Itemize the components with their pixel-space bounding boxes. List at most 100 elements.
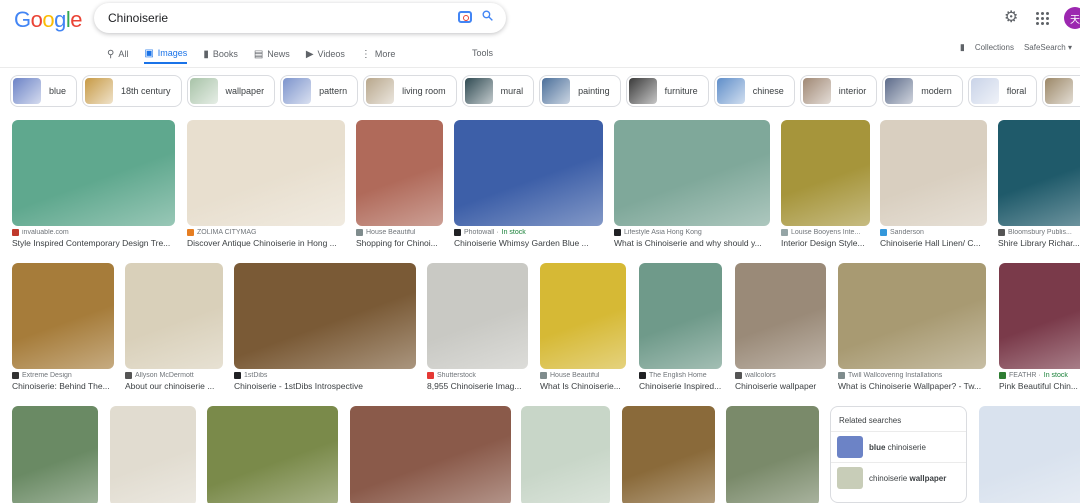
search-box[interactable]: Chinoiserie [94,3,506,33]
result-title[interactable]: Chinoiserie: Behind The... [12,381,114,391]
tab-videos[interactable]: ▶ Videos [306,44,345,64]
image-result[interactable]: Twill Wallcovering Installations What is … [838,263,986,391]
chip-18th-century[interactable]: 18th century [82,75,182,107]
image-result[interactable]: The English Home Chinoiserie Inspired... [639,263,722,391]
result-source[interactable]: wallcolors [735,372,826,379]
result-thumbnail[interactable] [639,263,722,369]
image-result[interactable]: House Beautiful Shopping for Chinoi... [356,120,443,248]
result-thumbnail[interactable] [234,263,416,369]
result-thumbnail[interactable] [999,263,1080,369]
image-result[interactable] [622,406,715,503]
result-thumbnail[interactable] [12,120,175,226]
tab-images[interactable]: ▣ Images [144,44,188,64]
result-thumbnail[interactable] [838,263,986,369]
result-thumbnail[interactable] [998,120,1080,226]
result-source[interactable]: Photowall · In stock [454,229,603,236]
chip-furniture[interactable]: furniture [625,75,709,107]
chip-wallpaper[interactable]: wallpaper [186,75,276,107]
tab-books[interactable]: ▮ Books [203,44,238,64]
image-result[interactable]: invaluable.com Style Inspired Contemporar… [12,120,175,248]
result-source[interactable]: Sanderson [880,229,987,236]
result-thumbnail[interactable] [427,263,528,369]
result-title[interactable]: Chinoiserie Hall Linen/ C... [880,238,987,248]
result-thumbnail[interactable] [781,120,870,226]
result-title[interactable]: Style Inspired Contemporary Design Tre..… [12,238,175,248]
result-thumbnail[interactable] [12,263,114,369]
chip-living-room[interactable]: living room [363,75,457,107]
camera-icon[interactable] [458,11,472,23]
result-thumbnail[interactable] [880,120,987,226]
result-title[interactable]: About our chinoiserie ... [125,381,223,391]
tools-button[interactable]: Tools [472,48,493,58]
result-title[interactable]: What is Chinoiserie Wallpaper? - Tw... [838,381,986,391]
result-source[interactable]: House Beautiful [540,372,626,379]
gear-icon[interactable]: ⚙ [1004,10,1020,26]
result-title[interactable]: Chinoiserie wallpaper [735,381,826,391]
result-thumbnail[interactable] [622,406,715,503]
result-source[interactable]: 1stDibs [234,372,416,379]
image-result[interactable]: Allyson McDermott About our chinoiserie .… [125,263,223,391]
safesearch-menu[interactable]: SafeSearch ▾ [1024,43,1072,52]
search-input[interactable]: Chinoiserie [108,11,168,25]
image-result[interactable] [726,406,819,503]
result-thumbnail[interactable] [735,263,826,369]
result-source[interactable]: invaluable.com [12,229,175,236]
result-title[interactable]: What is Chinoiserie and why should y... [614,238,770,248]
image-result[interactable] [521,406,610,503]
result-title[interactable]: Shire Library Richar... [998,238,1080,248]
result-title[interactable]: Chinoiserie Whimsy Garden Blue ... [454,238,603,248]
image-result[interactable]: 1stDibs Chinoiserie - 1stDibs Introspecti… [234,263,416,391]
result-source[interactable]: Lifestyle Asia Hong Kong [614,229,770,236]
apps-grid-icon[interactable] [1034,10,1050,26]
result-source[interactable]: The English Home [639,372,722,379]
result-thumbnail[interactable] [979,406,1080,503]
result-source[interactable]: ZOLIMA CITYMAG [187,229,345,236]
image-result[interactable]: Shutterstock 8,955 Chinoiserie Imag... [427,263,528,391]
image-result[interactable] [207,406,338,503]
result-source[interactable]: Allyson McDermott [125,372,223,379]
result-title[interactable]: What Is Chinoiserie... [540,381,626,391]
google-logo[interactable]: Google [14,7,83,33]
result-thumbnail[interactable] [454,120,603,226]
tab-news[interactable]: ▤ News [254,44,290,64]
search-icon[interactable] [481,9,494,22]
image-result[interactable]: House Beautiful What Is Chinoiserie... [540,263,626,391]
result-source[interactable]: Shutterstock [427,372,528,379]
image-result[interactable]: ZOLIMA CITYMAG Discover Antique Chinoiser… [187,120,345,248]
tab-all[interactable]: ⚲ All [107,44,128,64]
result-title[interactable]: Discover Antique Chinoiserie in Hong ... [187,238,345,248]
result-title[interactable]: Chinoiserie Inspired... [639,381,722,391]
chip-chinese[interactable]: chinese [713,75,795,107]
result-source[interactable]: Twill Wallcovering Installations [838,372,986,379]
image-result[interactable]: Lifestyle Asia Hong Kong What is Chinoise… [614,120,770,248]
result-thumbnail[interactable] [110,406,196,503]
result-title[interactable]: Shopping for Chinoi... [356,238,443,248]
related-item[interactable]: chinoiserie wallpaper [831,462,966,493]
image-result[interactable]: Sanderson Chinoiserie Hall Linen/ C... [880,120,987,248]
chip-floral[interactable]: floral [967,75,1038,107]
result-thumbnail[interactable] [521,406,610,503]
chip-mural[interactable]: mural [461,75,535,107]
tab-more[interactable]: ⋮ More [361,44,396,64]
result-source[interactable]: Louise Booyens Inte... [781,229,870,236]
image-result[interactable] [979,406,1080,503]
result-thumbnail[interactable] [356,120,443,226]
result-title[interactable]: Pink Beautiful Chin... [999,381,1080,391]
related-item[interactable]: blue chinoiserie [831,431,966,462]
result-thumbnail[interactable] [207,406,338,503]
result-thumbnail[interactable] [187,120,345,226]
chip-pattern[interactable]: pattern [280,75,359,107]
result-source[interactable]: Extreme Design [12,372,114,379]
chip-hand-painted[interactable]: hand painted [1042,75,1080,107]
chip-interior[interactable]: interior [799,75,878,107]
result-source[interactable]: Bloomsbury Publis... [998,229,1080,236]
image-result[interactable] [12,406,98,503]
result-title[interactable]: Interior Design Style... [781,238,870,248]
result-thumbnail[interactable] [12,406,98,503]
image-result[interactable]: wallcolors Chinoiserie wallpaper [735,263,826,391]
result-title[interactable]: Chinoiserie - 1stDibs Introspective [234,381,416,391]
image-result[interactable] [350,406,511,503]
image-result[interactable]: Louise Booyens Inte... Interior Design St… [781,120,870,248]
result-thumbnail[interactable] [350,406,511,503]
result-source[interactable]: FEATHR · In stock [999,372,1080,379]
